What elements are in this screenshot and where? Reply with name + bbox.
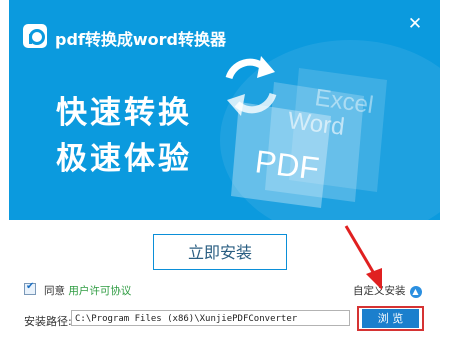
- slogan-line2: 极速体验: [56, 141, 192, 177]
- license-link[interactable]: 用户许可协议: [68, 285, 131, 297]
- convert-arrows-icon: [225, 56, 277, 116]
- pointer-arrow-annotation: [344, 225, 382, 290]
- app-logo-icon: [23, 24, 47, 48]
- agree-label: 同意: [44, 285, 65, 297]
- agree-checkbox[interactable]: ✔: [24, 281, 36, 295]
- agreement-row: ✔ 同意 用户许可协议: [24, 281, 131, 298]
- conversion-graphic: Excel Word PDF: [225, 56, 387, 208]
- slogan-line1: 快速转换: [56, 95, 192, 131]
- checkmark-icon: ✔: [26, 281, 35, 292]
- install-now-button[interactable]: 立即安装: [153, 234, 287, 270]
- window-title: pdf转换成word转换器: [55, 30, 226, 49]
- install-path-input[interactable]: C:\Program Files (x86)\XunjiePDFConverte…: [71, 310, 350, 326]
- install-path-label: 安装路径:: [24, 315, 72, 328]
- browse-button[interactable]: 浏 览: [362, 309, 419, 328]
- header-banner: pdf转换成word转换器 ✕ 快速转换 极速体验 Excel Word PDF: [9, 0, 440, 220]
- document-card-pdf: PDF: [231, 102, 331, 208]
- close-icon[interactable]: ✕: [407, 16, 423, 33]
